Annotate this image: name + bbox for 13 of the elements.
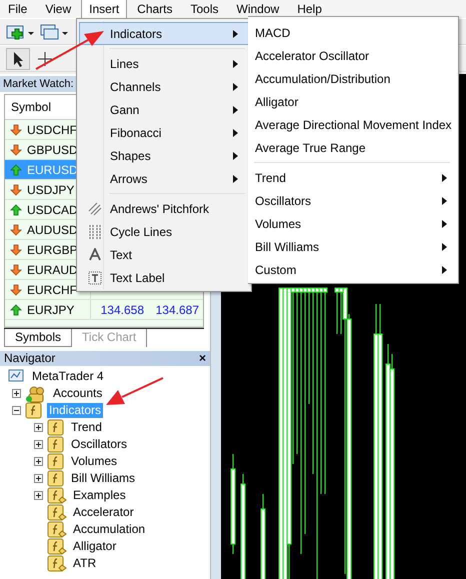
symbol-text: USDJPY	[27, 182, 74, 196]
symbol-text: EURAUD	[27, 262, 78, 276]
symbol-text: EURGBP	[27, 242, 78, 256]
symbol-text: EURUSD	[27, 162, 78, 176]
symbol-text: EURJPY	[27, 302, 74, 316]
symbol-text: GBPUSD	[27, 142, 78, 156]
ask-price: 134.687	[156, 302, 199, 316]
symbol-text: USDCHF	[27, 122, 77, 136]
bid-price: 134.658	[100, 302, 144, 316]
symbol-text: EURCHF	[27, 282, 77, 296]
panel-title: Navigator	[4, 351, 56, 366]
symbol-text: USDCAD	[27, 202, 78, 216]
symbol-text: AUDUSD	[27, 222, 78, 236]
